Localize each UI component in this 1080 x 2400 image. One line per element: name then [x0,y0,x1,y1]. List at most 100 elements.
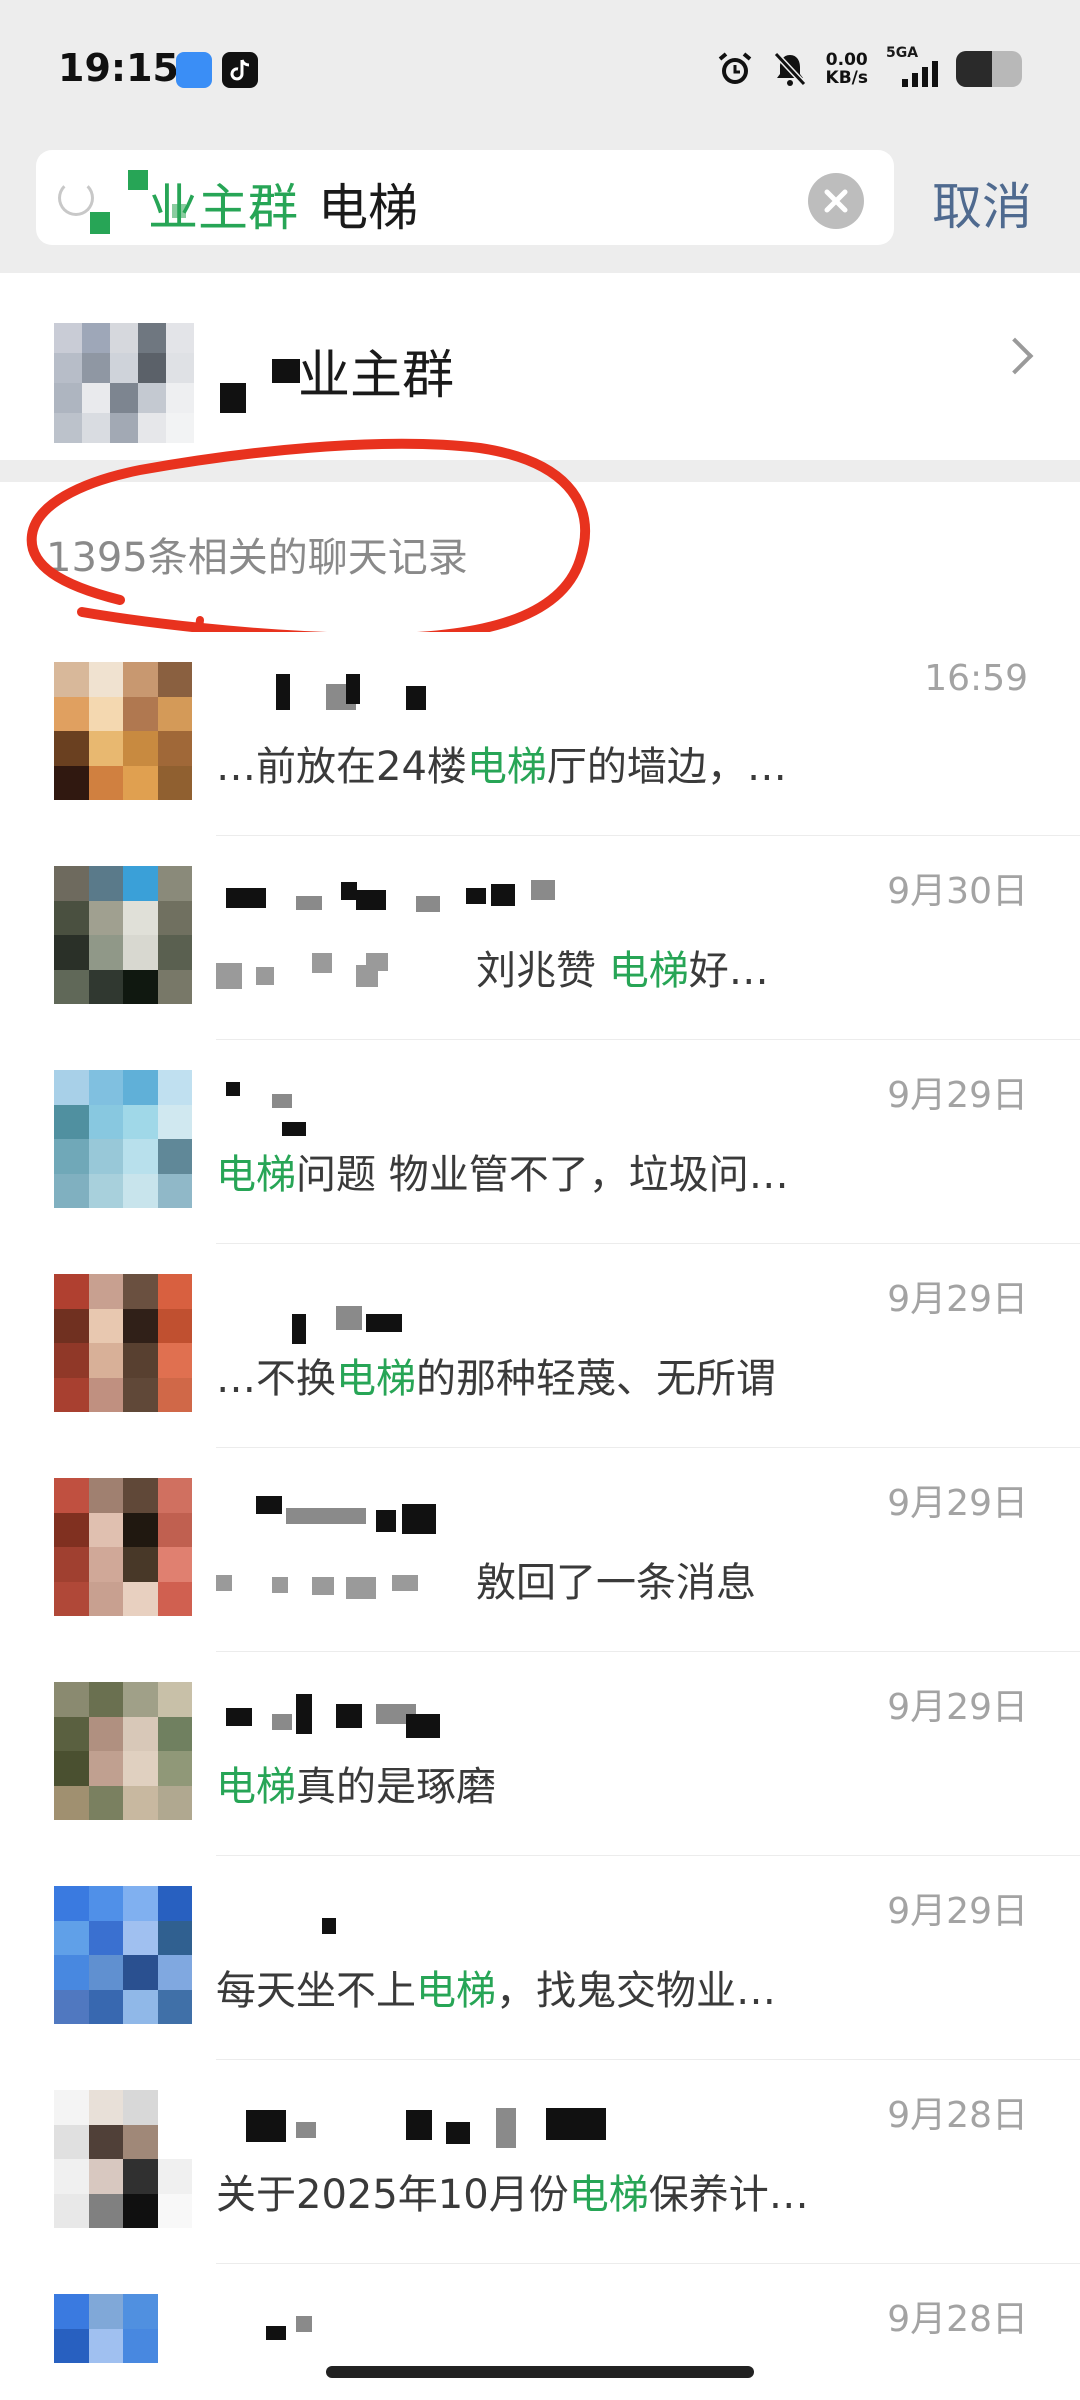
avatar-pixel [123,2159,158,2194]
redacted-text [216,953,476,993]
avatar-pixel [123,731,158,766]
avatar-pixel [54,2193,89,2228]
snippet-text: 关于2025年10月份 [216,2172,569,2218]
avatar-pixel [123,2294,158,2329]
avatar [54,1886,192,2024]
redacted-block [322,1918,336,1934]
cancel-button[interactable]: 取消 [932,167,1032,239]
avatar [54,2090,192,2228]
avatar-pixel [82,383,110,413]
avatar-pixel [88,1104,123,1139]
redacted-block [272,1094,292,1108]
message-snippet: …前放在24楼电梯厅的墙边，… [216,734,787,792]
redacted-block [496,2108,516,2148]
net-speed-unit: KB/s [825,68,868,88]
sender-name-redacted [216,1286,856,1344]
redacted-block [266,2326,286,2340]
sender-name-redacted [216,1082,856,1136]
redacted-block [406,1714,440,1738]
sender-name-redacted [216,2102,856,2148]
redacted-block [446,2122,470,2144]
avatar-pixel [123,969,158,1004]
snippet-text: 问题 物业管不了，垃圾问… [296,1152,789,1198]
avatar-pixel [157,1581,192,1616]
app-blue-icon [176,52,212,88]
message-row[interactable]: 9月29日 电梯真的是琢磨 [0,1652,1080,1856]
avatar-pixel [123,1716,158,1751]
home-indicator[interactable] [326,2366,754,2378]
message-row[interactable]: 9月30日 刘兆赞 电梯好… [0,836,1080,1040]
snippet-text: 每天坐不上 [216,1968,416,2014]
avatar-pixel [123,866,158,901]
avatar [54,1274,192,1412]
avatar-pixel [123,1104,158,1139]
redacted-block [466,888,486,904]
avatar-pixel [123,1785,158,1820]
avatar-pixel [157,1682,192,1717]
avatar-pixel [88,969,123,1004]
search-input[interactable]: 业主群 电梯 [36,150,894,245]
message-time: 9月28日 [887,2299,1028,2340]
redacted-block [246,2110,286,2142]
message-row[interactable]: 9月29日 电梯问题 物业管不了，垃圾问… [0,1040,1080,1244]
avatar-pixel [166,353,194,383]
search-query: 业主群 电梯 [148,168,418,240]
avatar-pixel [88,1308,123,1343]
avatar-pixel [123,765,158,800]
redacted-block [256,1496,282,1514]
message-time: 9月29日 [887,1687,1028,1728]
avatar-pixel [157,1308,192,1343]
message-row[interactable]: 9月28日 关于2025年10月份电梯保养计… [0,2060,1080,2264]
avatar-pixel [54,2090,89,2125]
avatar-pixel [54,1139,89,1174]
sender-name-redacted [216,1694,856,1740]
avatar-pixel [88,731,123,766]
loading-spinner-icon [58,180,94,216]
avatar-pixel [123,1173,158,1208]
message-time: 9月29日 [887,1483,1028,1524]
result-count-label: 1395条相关的聊天记录 [46,535,468,581]
search-query-highlight: 业主群 [148,179,298,237]
avatar-pixel [123,696,158,731]
message-time: 9月29日 [887,1075,1028,1116]
avatar-pixel [88,2328,123,2363]
message-snippet: 刘兆赞 电梯好… [216,938,769,996]
avatar [54,662,192,800]
clear-button[interactable] [808,173,864,229]
avatar-pixel [123,1377,158,1412]
redacted-block [296,1694,312,1734]
message-row[interactable]: 9月29日 …不换电梯的那种轻蔑、无所谓 [0,1244,1080,1448]
avatar-pixel [54,2159,89,2194]
avatar-pixel [88,1070,123,1105]
avatar-pixel [88,1547,123,1582]
message-row[interactable]: 9月29日 每天坐不上电梯，找鬼交物业… [0,1856,1080,2060]
search-header: 业主群 电梯 取消 [0,145,1080,273]
message-row[interactable]: 9月28日 [0,2264,1080,2400]
snippet-keyword-highlight: 电梯 [608,948,689,994]
snippet-keyword-highlight: 电梯 [466,744,547,790]
avatar-pixel [82,413,110,443]
avatar-pixel [123,2328,158,2363]
sender-name-redacted [216,2306,856,2352]
avatar-pixel [166,383,194,413]
redacted-block [220,383,246,413]
avatar-pixel [54,1070,89,1105]
avatar-pixel [54,1308,89,1343]
snippet-keyword-highlight: 电梯 [568,2172,649,2218]
message-row[interactable]: 16:59 …前放在24楼电梯厅的墙边，… [0,632,1080,836]
redacted-block [226,1082,240,1096]
net-speed-value: 0.00 [825,50,868,70]
avatar-pixel [123,1955,158,1990]
avatar-pixel [110,413,138,443]
avatar-pixel [88,696,123,731]
redacted-block [216,1575,232,1591]
avatar-pixel [157,1070,192,1105]
avatar-pixel [157,935,192,970]
redacted-block [346,1577,376,1599]
avatar-pixel [88,2294,123,2329]
group-result-row[interactable]: 业主群 [0,273,1080,460]
avatar-pixel [88,1512,123,1547]
group-avatar [54,323,194,443]
message-row[interactable]: 9月29日 敫回了一条消息 [0,1448,1080,1652]
avatar-pixel [54,731,89,766]
